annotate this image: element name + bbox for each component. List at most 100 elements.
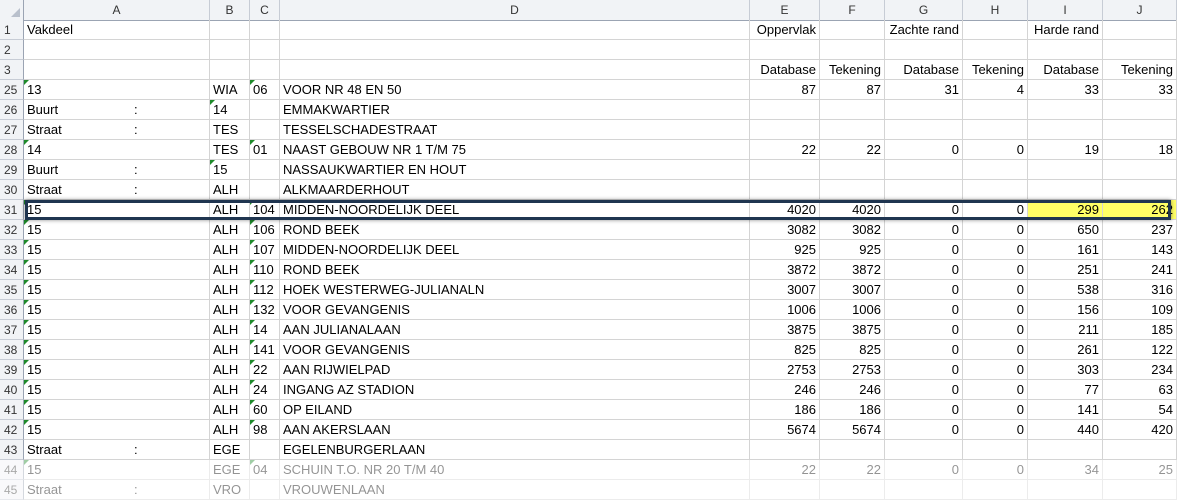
cell-i[interactable] — [1028, 160, 1103, 180]
cell-h[interactable]: 0 — [963, 340, 1028, 360]
cell-i[interactable]: 141 — [1028, 400, 1103, 420]
cell-c[interactable]: 106 — [250, 220, 280, 240]
cell-e[interactable] — [750, 100, 820, 120]
cell-c[interactable] — [250, 480, 280, 500]
cell-c[interactable]: 22 — [250, 360, 280, 380]
cell-d[interactable]: AAN RIJWIELPAD — [280, 360, 750, 380]
cell-i[interactable]: 34 — [1028, 460, 1103, 480]
cell-a[interactable]: Straat: — [24, 180, 210, 200]
cell-f[interactable]: 246 — [820, 380, 885, 400]
cell-g[interactable]: 0 — [885, 220, 963, 240]
row-header[interactable]: 2 — [0, 40, 24, 60]
cell-j[interactable]: 316 — [1103, 280, 1177, 300]
cell-i[interactable] — [1028, 120, 1103, 140]
cell-j[interactable]: 63 — [1103, 380, 1177, 400]
cell-j[interactable]: 185 — [1103, 320, 1177, 340]
cell-j[interactable] — [1103, 40, 1177, 60]
cell-a[interactable]: Straat: — [24, 440, 210, 460]
row-header[interactable]: 1 — [0, 20, 24, 40]
cell-a[interactable]: 15 — [24, 320, 210, 340]
cell-c[interactable] — [250, 440, 280, 460]
row-header[interactable]: 26 — [0, 100, 24, 120]
cell-g[interactable]: Zachte rand — [885, 20, 963, 40]
cell-i[interactable]: 33 — [1028, 80, 1103, 100]
cell-i[interactable]: 440 — [1028, 420, 1103, 440]
cell-i[interactable]: Harde rand — [1028, 20, 1103, 40]
cell-j[interactable] — [1103, 160, 1177, 180]
row-header[interactable]: 37 — [0, 320, 24, 340]
cell-b[interactable] — [210, 40, 250, 60]
cell-b[interactable]: ALH — [210, 300, 250, 320]
cell-a[interactable]: 15 — [24, 380, 210, 400]
cell-e[interactable]: 825 — [750, 340, 820, 360]
cell-b[interactable]: ALH — [210, 320, 250, 340]
cell-j[interactable] — [1103, 480, 1177, 500]
row-header[interactable]: 36 — [0, 300, 24, 320]
cell-f[interactable]: 186 — [820, 400, 885, 420]
cell-f[interactable] — [820, 20, 885, 40]
column-header-c[interactable]: C — [250, 0, 280, 20]
cell-b[interactable] — [210, 20, 250, 40]
cell-i[interactable]: 19 — [1028, 140, 1103, 160]
cell-h[interactable]: 0 — [963, 140, 1028, 160]
cell-i[interactable]: 251 — [1028, 260, 1103, 280]
cell-g[interactable]: Database — [885, 60, 963, 80]
cell-c[interactable]: 141 — [250, 340, 280, 360]
cell-i[interactable]: 161 — [1028, 240, 1103, 260]
cell-f[interactable]: 3082 — [820, 220, 885, 240]
cell-f[interactable]: 3872 — [820, 260, 885, 280]
cell-h[interactable]: 0 — [963, 300, 1028, 320]
cell-d[interactable]: ROND BEEK — [280, 220, 750, 240]
cell-c[interactable] — [250, 180, 280, 200]
cell-c[interactable] — [250, 160, 280, 180]
cell-e[interactable]: 925 — [750, 240, 820, 260]
cell-g[interactable] — [885, 100, 963, 120]
cell-h[interactable]: 0 — [963, 380, 1028, 400]
cell-a[interactable]: 14 — [24, 140, 210, 160]
cell-d[interactable]: INGANG AZ STADION — [280, 380, 750, 400]
cell-b[interactable]: EGE — [210, 460, 250, 480]
cell-e[interactable]: 5674 — [750, 420, 820, 440]
cell-j[interactable]: 234 — [1103, 360, 1177, 380]
cell-i[interactable]: 156 — [1028, 300, 1103, 320]
cell-h[interactable]: 0 — [963, 240, 1028, 260]
cell-b[interactable]: ALH — [210, 400, 250, 420]
cell-h[interactable] — [963, 160, 1028, 180]
cell-g[interactable] — [885, 180, 963, 200]
cell-b[interactable]: VRO — [210, 480, 250, 500]
cell-d[interactable]: EGELENBURGERLAAN — [280, 440, 750, 460]
cell-h[interactable]: 0 — [963, 280, 1028, 300]
cell-d[interactable]: VOOR GEVANGENIS — [280, 340, 750, 360]
cell-i[interactable]: 77 — [1028, 380, 1103, 400]
cell-j[interactable]: Tekening — [1103, 60, 1177, 80]
column-header-e[interactable]: E — [750, 0, 820, 20]
cell-g[interactable] — [885, 160, 963, 180]
cell-g[interactable]: 0 — [885, 400, 963, 420]
cell-a[interactable]: 13 — [24, 80, 210, 100]
cell-b[interactable]: ALH — [210, 380, 250, 400]
cell-c[interactable]: 98 — [250, 420, 280, 440]
column-header-f[interactable]: F — [820, 0, 885, 20]
cell-c[interactable]: 01 — [250, 140, 280, 160]
cell-d[interactable] — [280, 40, 750, 60]
cell-h[interactable] — [963, 440, 1028, 460]
cell-j[interactable]: 54 — [1103, 400, 1177, 420]
row-header[interactable]: 3 — [0, 60, 24, 80]
cell-g[interactable]: 0 — [885, 280, 963, 300]
cell-b[interactable]: ALH — [210, 420, 250, 440]
cell-h[interactable]: 0 — [963, 360, 1028, 380]
cell-h[interactable] — [963, 100, 1028, 120]
cell-e[interactable]: 1006 — [750, 300, 820, 320]
cell-i[interactable]: 538 — [1028, 280, 1103, 300]
cell-b[interactable]: ALH — [210, 360, 250, 380]
cell-i[interactable] — [1028, 480, 1103, 500]
cell-c[interactable]: 04 — [250, 460, 280, 480]
cell-h[interactable] — [963, 480, 1028, 500]
cell-e[interactable] — [750, 120, 820, 140]
cell-b[interactable]: 14 — [210, 100, 250, 120]
cell-a[interactable]: 15 — [24, 460, 210, 480]
cell-e[interactable]: Oppervlak — [750, 20, 820, 40]
cell-j[interactable]: 109 — [1103, 300, 1177, 320]
cell-h[interactable] — [963, 40, 1028, 60]
cell-j[interactable]: 143 — [1103, 240, 1177, 260]
